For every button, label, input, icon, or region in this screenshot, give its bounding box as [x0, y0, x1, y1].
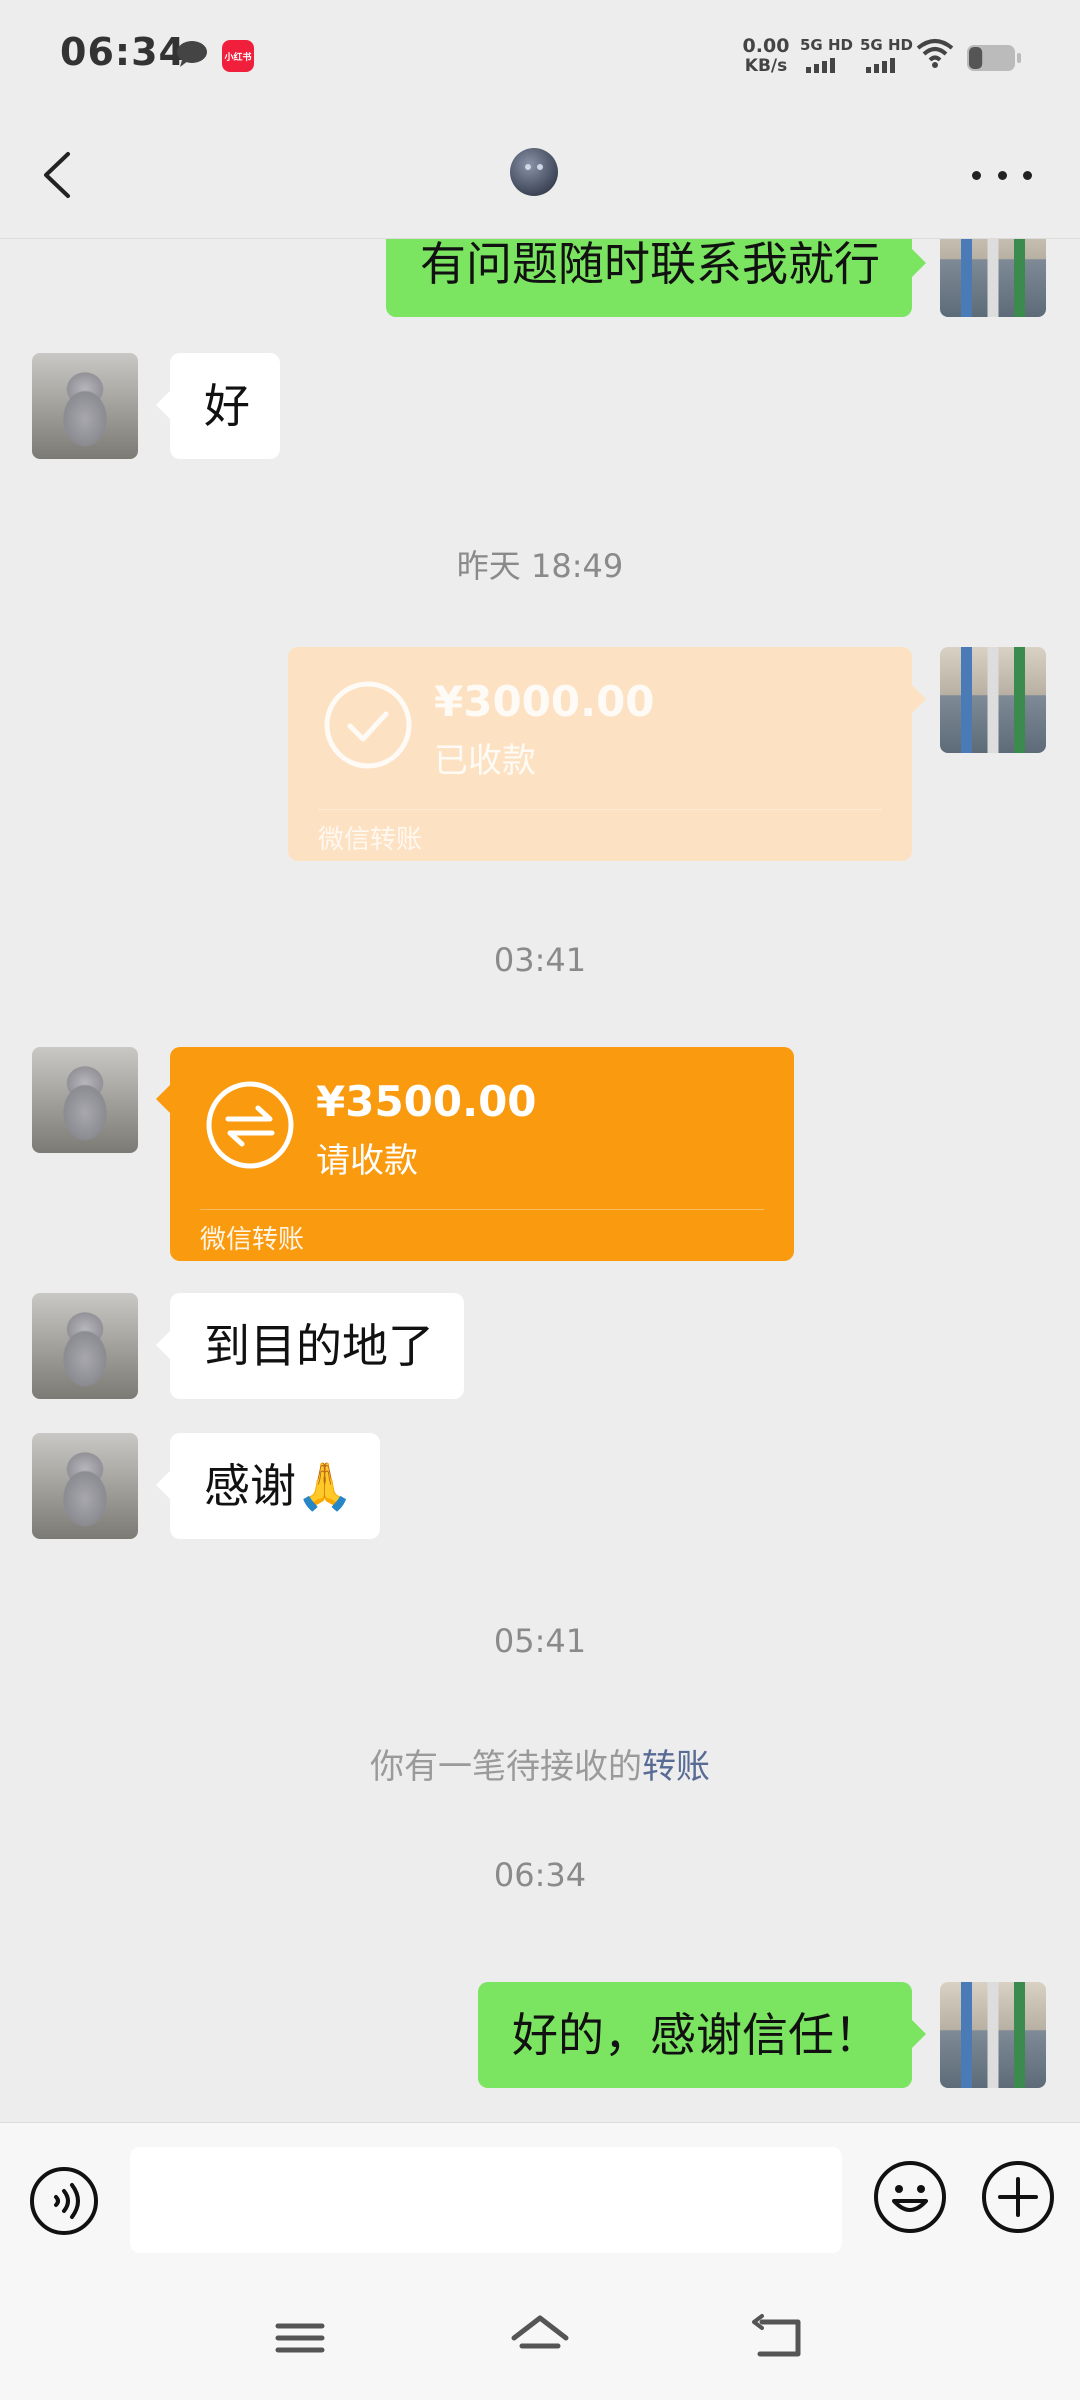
back-icon[interactable] — [748, 2308, 812, 2368]
more-dots-icon[interactable] — [972, 152, 1032, 198]
transfer-status: 请收款 — [316, 1141, 418, 1181]
signal-label: 5G HD — [800, 36, 853, 54]
system-message: 你有一笔待接收的转账 — [0, 1739, 1080, 1788]
my-message-bubble[interactable]: 有问题随时联系我就行 — [386, 239, 926, 317]
timestamp: 05:41 — [493, 1622, 587, 1660]
chat-message-list[interactable]: 有问题随时联系我就行 好 昨天 18:49 ¥3000.00 已收款 微信转账 … — [0, 239, 1080, 2121]
status-bar: 06:34 小红书 0.00 KB/s 5G HD 5G HD — [0, 0, 1080, 112]
system-navigation-bar — [0, 2278, 1080, 2400]
chat-header — [0, 112, 1080, 239]
transfer-card-received[interactable]: ¥3000.00 已收款 微信转账 — [288, 647, 926, 861]
message-text: 有问题随时联系我就行 — [420, 239, 880, 291]
message-input[interactable] — [130, 2147, 842, 2253]
status-time: 06:34 — [60, 30, 186, 74]
transfer-amount: ¥3000.00 — [434, 677, 655, 726]
contact-message-bubble[interactable]: 好 — [156, 353, 280, 459]
contact-message-bubble[interactable]: 到目的地了 — [156, 1293, 464, 1399]
transfer-card-pending[interactable]: ¥3500.00 请收款 微信转账 — [156, 1047, 794, 1261]
transfer-status: 已收款 — [434, 741, 536, 781]
battery-icon — [967, 45, 1021, 71]
timestamp: 06:34 — [493, 1856, 587, 1894]
home-icon[interactable] — [508, 2308, 572, 2368]
contact-avatar-cat[interactable] — [32, 1047, 138, 1153]
menu-icon[interactable] — [268, 2308, 332, 2368]
signal-icon: 5G HD — [800, 36, 853, 76]
my-avatar[interactable] — [940, 239, 1046, 317]
transfer-link[interactable]: 转账 — [642, 1747, 710, 1787]
contact-avatar-cat[interactable] — [32, 1433, 138, 1539]
divider — [318, 809, 882, 810]
network-speed-value: 0.00 — [742, 35, 790, 57]
input-bar — [0, 2122, 1080, 2279]
my-avatar[interactable] — [940, 1982, 1046, 2088]
transfer-arrows-icon — [206, 1081, 294, 1169]
contact-avatar-cat[interactable] — [32, 1293, 138, 1399]
xiaohongshu-app-icon: 小红书 — [222, 40, 254, 72]
network-speed: 0.00 KB/s — [738, 36, 794, 76]
transfer-amount: ¥3500.00 — [316, 1077, 537, 1126]
system-message-text: 你有一笔待接收的 — [370, 1747, 642, 1787]
back-arrow-icon[interactable] — [30, 142, 90, 208]
signal-label: 5G HD — [860, 36, 913, 54]
divider — [200, 1209, 764, 1210]
my-avatar[interactable] — [940, 647, 1046, 753]
network-speed-unit: KB/s — [744, 56, 788, 76]
message-text: 感谢🙏 — [204, 1459, 354, 1513]
signal-icon: 5G HD — [860, 36, 913, 76]
message-text: 好 — [204, 379, 250, 433]
wifi-icon — [916, 39, 954, 68]
contact-message-bubble[interactable]: 感谢🙏 — [156, 1433, 380, 1539]
my-message-bubble[interactable]: 好的，感谢信任！ — [478, 1982, 926, 2088]
contact-avatar[interactable] — [510, 148, 558, 196]
transfer-label: 微信转账 — [318, 825, 423, 855]
transfer-label: 微信转账 — [200, 1225, 305, 1255]
check-circle-icon — [324, 681, 412, 769]
timestamp: 03:41 — [493, 941, 587, 979]
message-text: 好的，感谢信任！ — [512, 2008, 880, 2062]
emoji-icon[interactable] — [872, 2159, 948, 2235]
timestamp: 昨天 18:49 — [456, 547, 624, 585]
message-text: 到目的地了 — [204, 1319, 434, 1373]
voice-icon[interactable] — [28, 2165, 100, 2237]
contact-avatar-cat[interactable] — [32, 353, 138, 459]
chat-bubble-icon — [177, 41, 207, 67]
plus-icon[interactable] — [980, 2159, 1056, 2235]
